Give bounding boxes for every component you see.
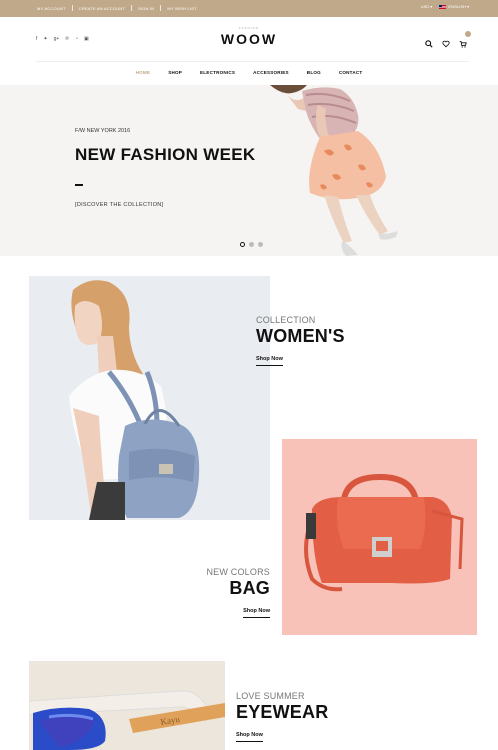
create-account-link[interactable]: CREATE AN ACCOUNT xyxy=(79,6,125,11)
flag-icon xyxy=(439,4,447,9)
nav-item-electronics[interactable]: ELECTRONICS xyxy=(200,70,235,75)
shop-now-link[interactable]: Shop Now xyxy=(256,356,283,366)
locale-selectors: USD ▾ ENGLISH ▾ xyxy=(421,4,469,9)
woman-backpack-photo xyxy=(69,280,200,520)
divider xyxy=(160,5,162,11)
collection-pretitle: COLLECTION xyxy=(256,315,316,325)
hero-model-image xyxy=(270,85,398,256)
site-header: f ✦ g+ ℗ ◔ ▣ FASHION WOOW xyxy=(0,17,498,62)
nav-item-contact[interactable]: CONTACT xyxy=(339,70,363,75)
nav-item-home[interactable]: HOME xyxy=(136,70,151,75)
eyewear-collection-banner: LOVE SUMMER EYEWEAR Shop Now xyxy=(236,691,328,742)
header-divider xyxy=(36,61,469,62)
collection-pretitle: NEW COLORS xyxy=(206,567,270,577)
eyewear-collection-image[interactable]: Kayu xyxy=(29,661,225,750)
nav-item-shop[interactable]: SHOP xyxy=(168,70,182,75)
header-actions xyxy=(425,31,471,48)
collection-title: BAG xyxy=(229,578,270,598)
collection-title: EYEWEAR xyxy=(236,702,329,722)
site-logo[interactable]: WOOW xyxy=(0,31,498,47)
account-links: MY ACCOUNT CREATE AN ACCOUNT SIGN IN MY … xyxy=(37,5,197,11)
hero-subtitle: F/W NEW YORK 2016 xyxy=(75,128,131,134)
currency-selector[interactable]: USD ▾ xyxy=(421,4,433,9)
shop-now-link[interactable]: Shop Now xyxy=(243,608,270,618)
logo-tagline: FASHION xyxy=(238,26,260,30)
cart-count-badge xyxy=(465,31,471,37)
womens-collection-image[interactable] xyxy=(29,276,270,520)
sunglasses-photo: Kayu xyxy=(29,690,225,750)
hero-divider xyxy=(75,184,83,186)
collection-pretitle: LOVE SUMMER xyxy=(236,691,305,701)
slider-dot[interactable] xyxy=(258,242,263,247)
slider-dots xyxy=(240,242,263,247)
search-icon[interactable] xyxy=(425,35,433,48)
discover-collection-link[interactable]: [DISCOVER THE COLLECTION] xyxy=(75,202,163,208)
language-selector[interactable]: ENGLISH ▾ xyxy=(439,4,469,9)
wish-list-link[interactable]: MY WISH LIST xyxy=(167,6,196,11)
divider xyxy=(131,5,133,11)
main-nav: HOME SHOP ELECTRONICS ACCESSORIES BLOG C… xyxy=(0,70,498,75)
bag-collection-image[interactable] xyxy=(282,439,477,635)
orange-bag-photo xyxy=(304,473,464,592)
currency-label: USD xyxy=(420,4,430,9)
heart-icon[interactable] xyxy=(442,35,450,48)
bag-collection-banner: NEW COLORS BAG Shop Now xyxy=(190,567,270,618)
top-bar: MY ACCOUNT CREATE AN ACCOUNT SIGN IN MY … xyxy=(0,0,498,17)
sign-in-link[interactable]: SIGN IN xyxy=(138,6,154,11)
hero-title: NEW FASHION WEEK xyxy=(75,145,256,164)
slider-dot[interactable] xyxy=(249,242,254,247)
collection-title: WOMEN'S xyxy=(256,326,345,346)
nav-item-blog[interactable]: BLOG xyxy=(307,70,321,75)
cart-icon[interactable] xyxy=(459,31,471,48)
my-account-link[interactable]: MY ACCOUNT xyxy=(37,6,66,11)
hero-slider: F/W NEW YORK 2016 NEW FASHION WEEK [DISC… xyxy=(0,85,498,256)
slider-dot[interactable] xyxy=(240,242,245,247)
womens-collection-banner: COLLECTION WOMEN'S Shop Now xyxy=(256,315,345,366)
nav-item-accessories[interactable]: ACCESSORIES xyxy=(253,70,289,75)
shop-now-link[interactable]: Shop Now xyxy=(236,732,263,742)
divider xyxy=(71,5,73,11)
language-label: ENGLISH xyxy=(448,4,466,9)
